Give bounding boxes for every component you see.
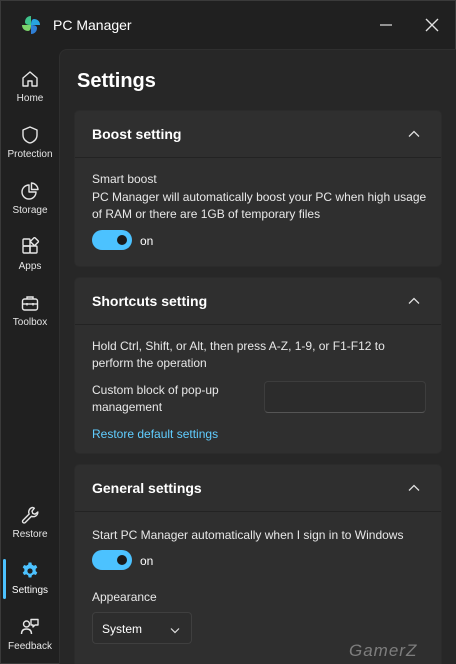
popup-block-label-line1: Custom block of pop-up <box>92 383 219 397</box>
sidebar-nav: Home Protection Storage Apps Toolbox Res… <box>1 49 59 664</box>
sidebar-item-label: Restore <box>12 529 48 540</box>
minimize-button[interactable] <box>367 9 405 41</box>
shield-icon <box>22 126 38 144</box>
sidebar-item-storage[interactable]: Storage <box>1 175 59 229</box>
home-icon <box>22 71 38 87</box>
chevron-down-icon <box>170 628 180 634</box>
autostart-toggle[interactable] <box>92 550 132 570</box>
pie-chart-icon <box>21 182 39 200</box>
chevron-up-icon[interactable] <box>407 294 421 308</box>
appearance-label: Appearance <box>92 590 157 604</box>
sidebar-item-label: Toolbox <box>12 317 48 328</box>
general-settings-title: General settings <box>92 480 202 496</box>
toggle-knob <box>117 555 127 565</box>
autostart-label: Start PC Manager automatically when I si… <box>92 528 404 542</box>
sidebar-item-toolbox[interactable]: Toolbox <box>1 287 59 341</box>
apps-icon <box>22 237 40 254</box>
autostart-toggle-label: on <box>140 554 154 568</box>
title-bar: PC Manager <box>1 1 455 49</box>
smart-boost-description-line2: of RAM or there are 1GB of temporary fil… <box>92 207 321 221</box>
sidebar-item-label: Feedback <box>8 641 52 652</box>
boost-setting-header[interactable]: Boost setting <box>75 111 441 158</box>
sidebar-item-label: Apps <box>18 261 42 272</box>
sidebar-item-feedback[interactable]: Feedback <box>1 611 59 664</box>
settings-content: Settings Boost setting Smart boost PC Ma… <box>59 49 456 664</box>
sidebar-item-apps[interactable]: Apps <box>1 231 59 285</box>
shortcuts-setting-header[interactable]: Shortcuts setting <box>75 278 441 325</box>
sidebar-item-protection[interactable]: Protection <box>1 119 59 173</box>
shortcuts-description-line2: perform the operation <box>92 356 207 370</box>
page-title: Settings <box>77 70 156 92</box>
shortcuts-setting-title: Shortcuts setting <box>92 293 208 309</box>
sidebar-item-label: Settings <box>11 585 49 596</box>
restore-default-settings-link[interactable]: Restore default settings <box>92 427 218 441</box>
shortcuts-description-line1: Hold Ctrl, Shift, or Alt, then press A-Z… <box>92 339 385 353</box>
appearance-select[interactable]: System <box>92 612 192 644</box>
boost-setting-card: Boost setting Smart boost PC Manager wil… <box>74 110 442 267</box>
app-window: PC Manager Home Protection Storage Apps … <box>0 0 456 664</box>
app-title: PC Manager <box>53 17 132 33</box>
popup-block-label-line2: management <box>92 400 163 414</box>
chevron-up-icon[interactable] <box>407 127 421 141</box>
sidebar-item-home[interactable]: Home <box>1 63 59 117</box>
boost-setting-title: Boost setting <box>92 126 182 142</box>
sidebar-item-label: Storage <box>12 205 48 216</box>
wrench-icon <box>21 506 39 524</box>
close-button[interactable] <box>413 9 451 41</box>
watermark: GamerZ <box>349 641 418 660</box>
popup-block-shortcut-input[interactable] <box>264 381 426 413</box>
smart-boost-description-line1: PC Manager will automatically boost your… <box>92 190 427 204</box>
toolbox-icon <box>21 296 39 311</box>
smart-boost-toggle[interactable] <box>92 230 132 250</box>
sidebar-item-label: Protection <box>7 149 53 160</box>
chevron-up-icon[interactable] <box>407 481 421 495</box>
pc-manager-logo-icon <box>22 16 40 34</box>
sidebar-item-label: Home <box>16 93 44 104</box>
shortcuts-setting-card: Shortcuts setting Hold Ctrl, Shift, or A… <box>74 277 442 454</box>
gear-icon <box>22 562 38 578</box>
feedback-icon <box>20 618 39 635</box>
general-settings-card: General settings Start PC Manager automa… <box>74 464 442 664</box>
smart-boost-toggle-label: on <box>140 234 154 248</box>
smart-boost-label: Smart boost <box>92 172 157 186</box>
sidebar-item-restore[interactable]: Restore <box>1 499 59 553</box>
toggle-knob <box>117 235 127 245</box>
minimize-icon <box>380 24 392 26</box>
appearance-selected-value: System <box>102 622 143 636</box>
close-icon <box>425 18 439 32</box>
general-settings-header[interactable]: General settings <box>75 465 441 512</box>
sidebar-item-settings[interactable]: Settings <box>1 555 59 609</box>
